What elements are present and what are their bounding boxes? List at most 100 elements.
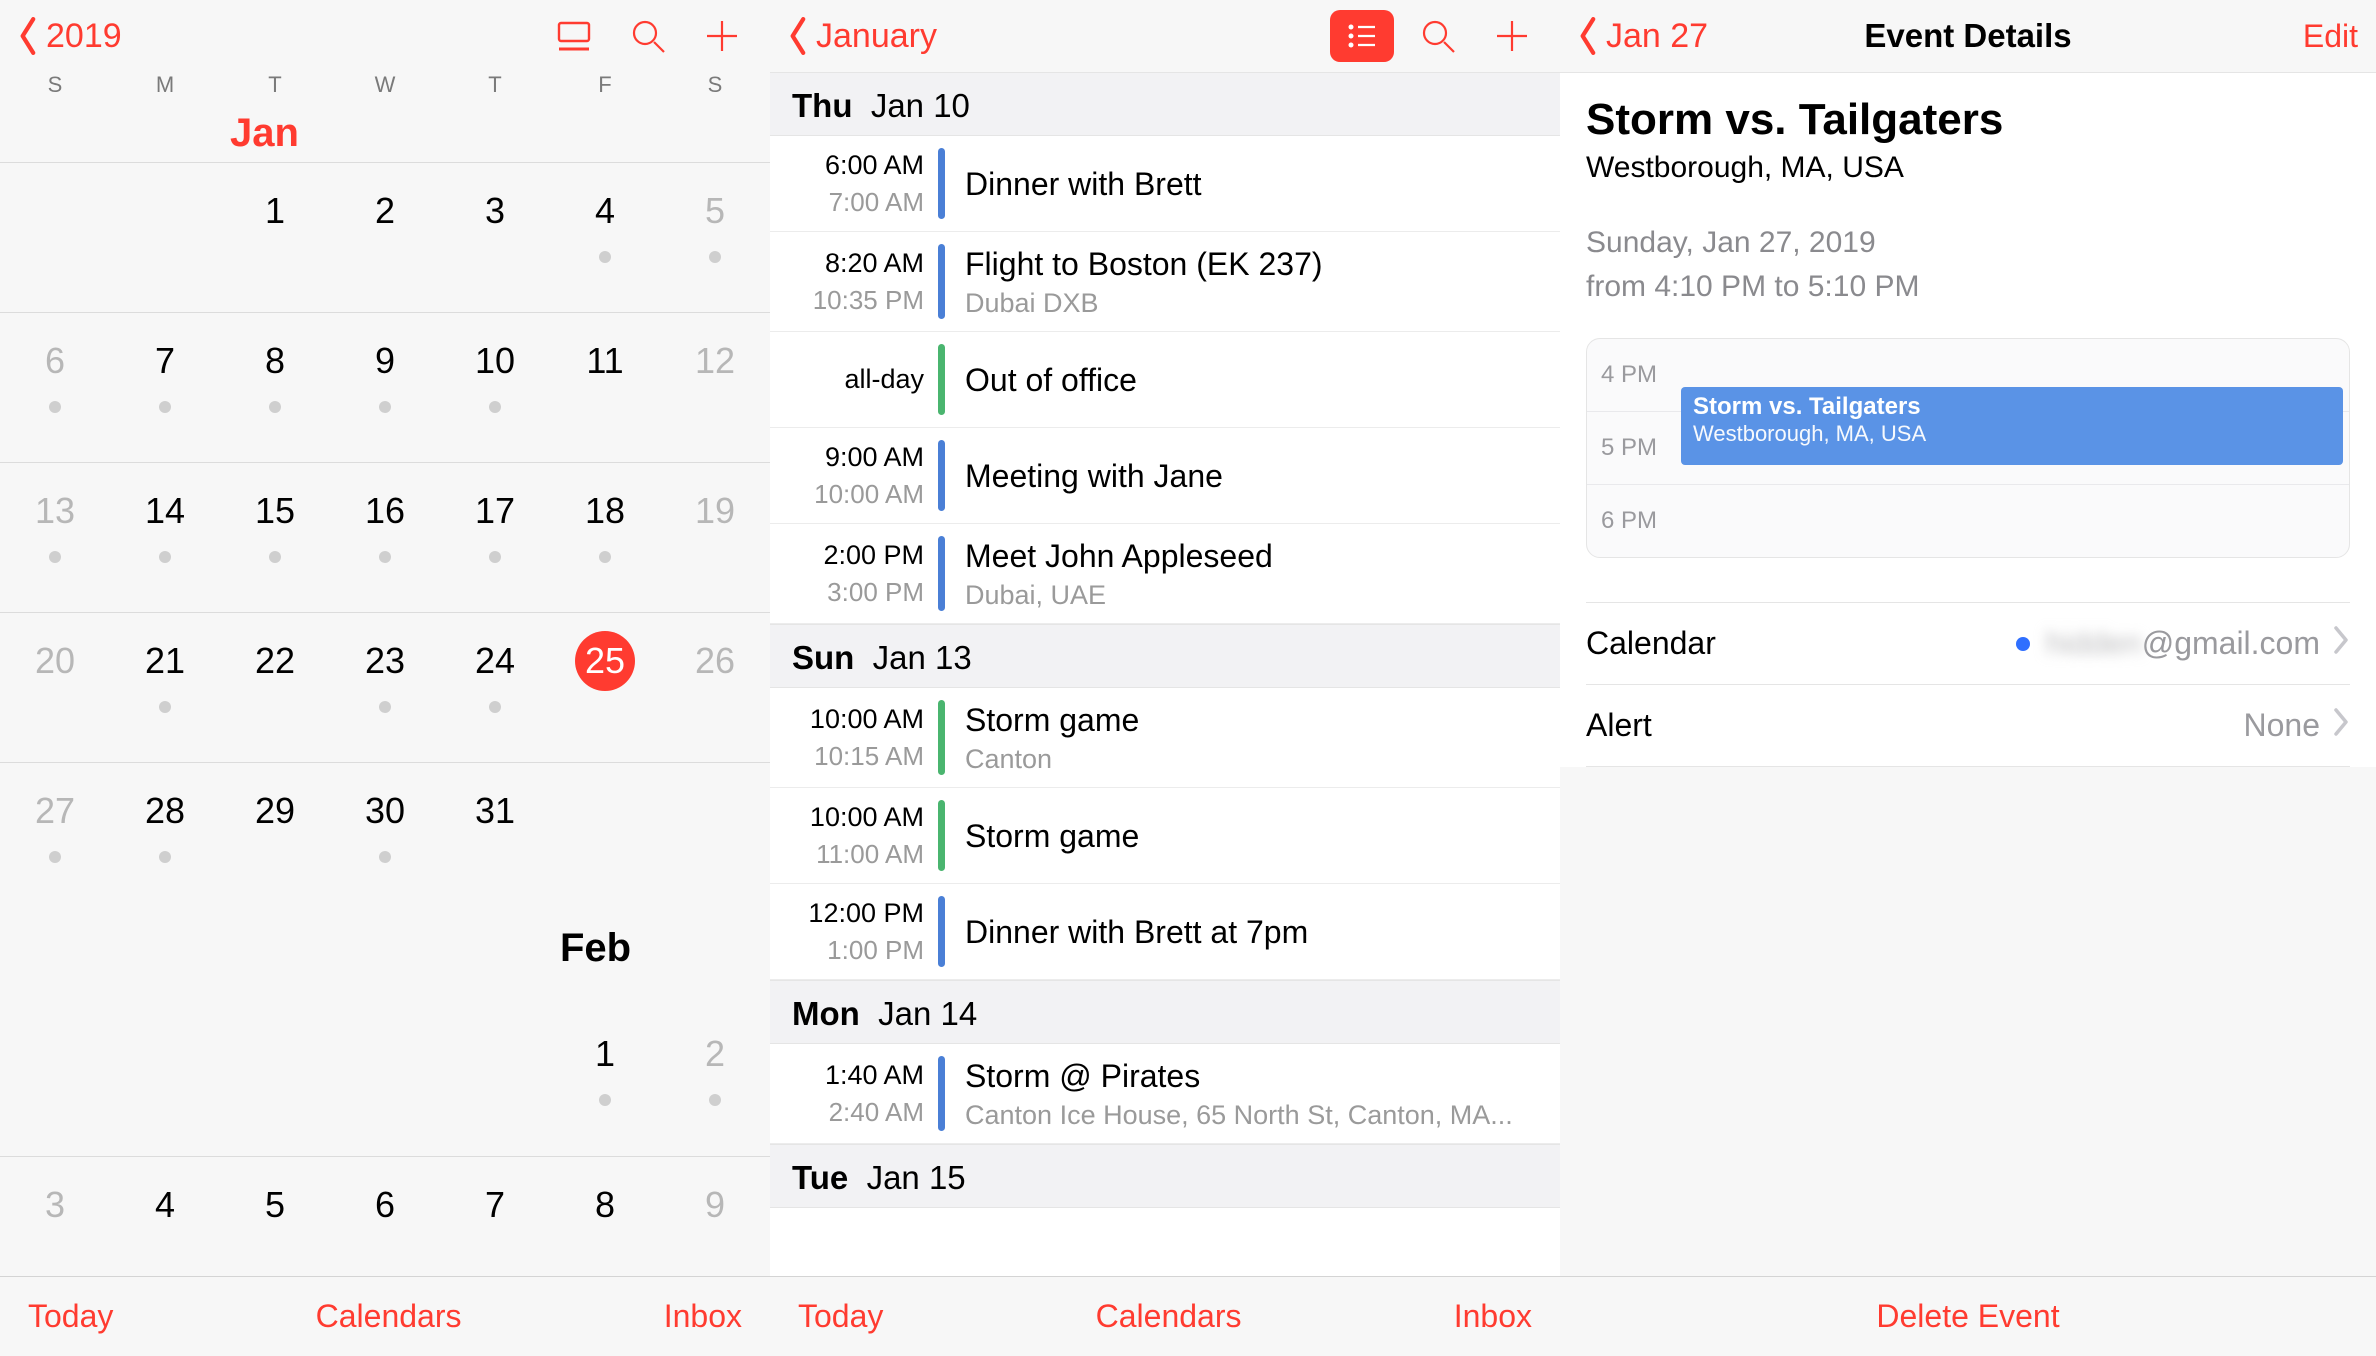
event-row[interactable]: 1:40 AM2:40 AMStorm @ PiratesCanton Ice …	[770, 1044, 1560, 1144]
event-row[interactable]: 9:00 AM10:00 AMMeeting with Jane	[770, 428, 1560, 524]
event-time-start: 6:00 AM	[825, 150, 924, 181]
day-cell[interactable]: 30	[330, 763, 440, 912]
list-toggle-button[interactable]	[1330, 10, 1394, 62]
delete-event-button[interactable]: Delete Event	[1876, 1298, 2059, 1335]
plus-icon	[1491, 15, 1533, 57]
day-cell[interactable]: 1	[220, 163, 330, 312]
event-row[interactable]: 6:00 AM7:00 AMDinner with Brett	[770, 136, 1560, 232]
event-time: 10:00 AM11:00 AM	[770, 800, 938, 871]
day-number: 9	[355, 331, 415, 391]
day-cell[interactable]: 2	[330, 163, 440, 312]
day-cell[interactable]: 25	[550, 613, 660, 762]
day-cell[interactable]: 14	[110, 463, 220, 612]
event-row[interactable]: 10:00 AM10:15 AM Storm game Canton	[770, 688, 1560, 788]
day-number: 23	[355, 631, 415, 691]
day-cell[interactable]: 24	[440, 613, 550, 762]
day-cell[interactable]: 12	[660, 313, 770, 462]
event-detail-pane: Jan 27 Event Details Edit Storm vs. Tail…	[1560, 0, 2376, 1356]
list-toggle-button[interactable]	[544, 6, 604, 66]
day-cell[interactable]: 7	[110, 313, 220, 462]
timeline-event-block[interactable]: Storm vs. Tailgaters Westborough, MA, US…	[1681, 387, 2343, 465]
event-time-start: 9:00 AM	[825, 442, 924, 473]
event-body: Flight to Boston (EK 237)Dubai DXB	[965, 244, 1560, 319]
day-number: 4	[575, 181, 635, 241]
event-row[interactable]: 2:00 PM3:00 PMMeet John AppleseedDubai, …	[770, 524, 1560, 624]
alert-row[interactable]: Alert None	[1586, 685, 2350, 767]
event-dot-icon	[599, 551, 611, 563]
event-title: Storm @ Pirates	[965, 1056, 1546, 1096]
day-cell[interactable]: 2	[660, 984, 770, 1156]
day-cell[interactable]: 17	[440, 463, 550, 612]
day-cell[interactable]: 11	[550, 313, 660, 462]
inbox-button[interactable]: Inbox	[1454, 1298, 1532, 1335]
calendars-button[interactable]: Calendars	[316, 1298, 462, 1335]
event-time-end: 1:00 PM	[827, 935, 924, 966]
day-number: 7	[135, 331, 195, 391]
day-number: 8	[575, 1175, 635, 1235]
month-view-pane: 2019 SMTWTFS Jan 12345678910111213141516…	[0, 0, 770, 1356]
day-cell[interactable]: 28	[110, 763, 220, 912]
event-dot-icon	[379, 851, 391, 863]
day-cell[interactable]: 23	[330, 613, 440, 762]
back-to-year-button[interactable]: 2019	[18, 17, 122, 56]
calendars-button[interactable]: Calendars	[1096, 1298, 1242, 1335]
day-cell[interactable]: 27	[0, 763, 110, 912]
back-to-day-button[interactable]: Jan 27	[1578, 17, 1708, 56]
add-event-button[interactable]	[1482, 6, 1542, 66]
day-cell[interactable]: 15	[220, 463, 330, 612]
event-title: Storm game	[965, 700, 1546, 740]
day-cell[interactable]: 20	[0, 613, 110, 762]
day-cell[interactable]: 26	[660, 613, 770, 762]
add-event-button[interactable]	[692, 6, 752, 66]
day-cell[interactable]: 4	[550, 163, 660, 312]
event-row[interactable]: all-day Out of office	[770, 332, 1560, 428]
search-button[interactable]	[618, 6, 678, 66]
day-cell[interactable]: 16	[330, 463, 440, 612]
event-time: 2:00 PM3:00 PM	[770, 536, 938, 611]
calendar-week: 6789 101112	[0, 312, 770, 462]
event-row[interactable]: 8:20 AM10:35 PMFlight to Boston (EK 237)…	[770, 232, 1560, 332]
day-number: 21	[135, 631, 195, 691]
event-time: 10:00 AM10:15 AM	[770, 700, 938, 775]
day-cell[interactable]: 5	[660, 163, 770, 312]
day-cell-empty	[660, 763, 770, 912]
event-title: Dinner with Brett	[965, 164, 1546, 204]
event-body: Meeting with Jane	[965, 440, 1560, 511]
day-cell[interactable]: 3	[440, 163, 550, 312]
day-cell[interactable]: 22	[220, 613, 330, 762]
day-cell[interactable]: 1	[550, 984, 660, 1156]
day-cell[interactable]: 6	[0, 313, 110, 462]
event-location: Canton	[965, 744, 1525, 775]
day-cell[interactable]: 19	[660, 463, 770, 612]
inbox-button[interactable]: Inbox	[664, 1298, 742, 1335]
day-cell[interactable]: 13	[0, 463, 110, 612]
event-time: all-day	[770, 344, 938, 415]
event-location: Westborough, MA, USA	[1586, 151, 2350, 185]
event-timeline[interactable]: 4 PM 5 PM 6 PM Storm vs. Tailgaters West…	[1586, 338, 2350, 558]
day-number: 14	[135, 481, 195, 541]
edit-button[interactable]: Edit	[2303, 18, 2358, 55]
day-cell[interactable]: 21	[110, 613, 220, 762]
day-cell[interactable]: 29	[220, 763, 330, 912]
event-row[interactable]: 12:00 PM1:00 PMDinner with Brett at 7pm	[770, 884, 1560, 980]
today-button[interactable]: Today	[28, 1298, 113, 1335]
day-cell[interactable]: 31	[440, 763, 550, 912]
list-view-pane: January Thu Jan 106:00 AM7:00 AMDinner w…	[770, 0, 1560, 1356]
search-icon	[627, 15, 669, 57]
day-cell[interactable]: 8	[220, 313, 330, 462]
event-dot-icon	[269, 551, 281, 563]
event-row[interactable]: 10:00 AM11:00 AMStorm game	[770, 788, 1560, 884]
day-cell[interactable]: 18	[550, 463, 660, 612]
search-button[interactable]	[1408, 6, 1468, 66]
event-color-bar	[938, 800, 945, 871]
today-button[interactable]: Today	[798, 1298, 883, 1335]
calendar-row[interactable]: Calendar hidden @gmail.com	[1586, 602, 2350, 685]
event-body: Out of office	[965, 344, 1560, 415]
calendar-week: 12345	[0, 162, 770, 312]
day-cell[interactable]: 9	[330, 313, 440, 462]
event-date: Sunday, Jan 27, 2019	[1586, 221, 2350, 265]
event-time: 1:40 AM2:40 AM	[770, 1056, 938, 1131]
back-to-month-button[interactable]: January	[788, 17, 937, 56]
event-list[interactable]: Thu Jan 106:00 AM7:00 AMDinner with Bret…	[770, 72, 1560, 1356]
day-cell[interactable]: 10	[440, 313, 550, 462]
